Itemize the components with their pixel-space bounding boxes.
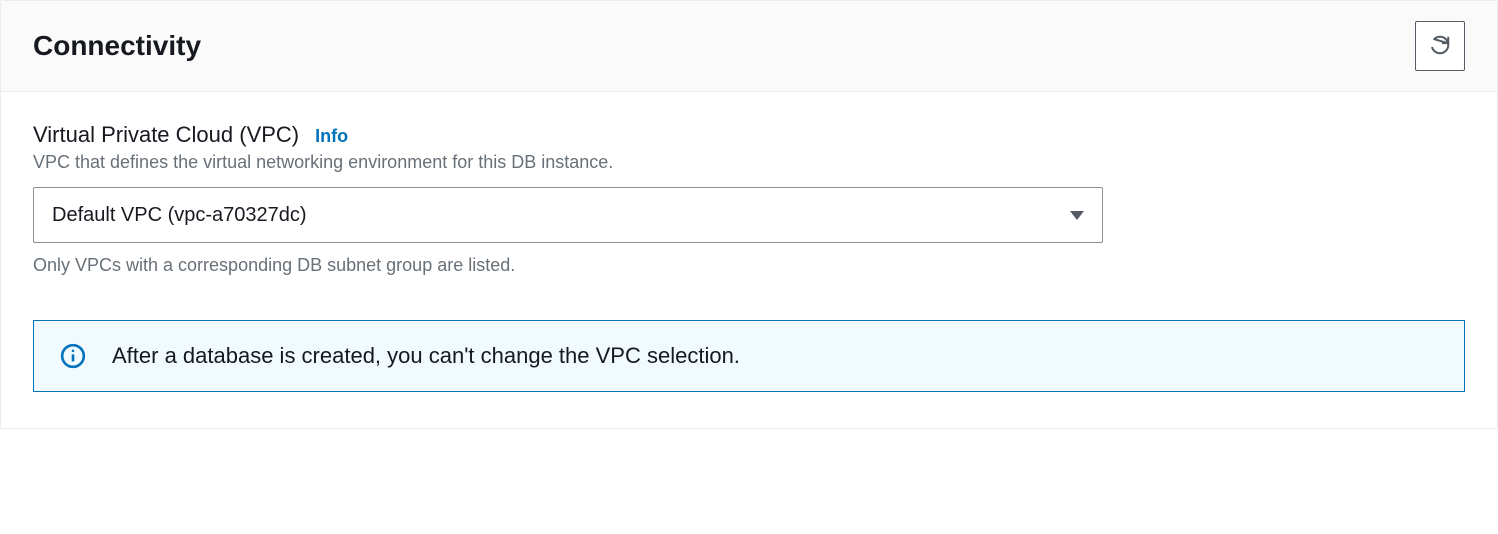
vpc-info-link[interactable]: Info <box>315 126 348 147</box>
panel-title: Connectivity <box>33 30 201 62</box>
vpc-field-label: Virtual Private Cloud (VPC) <box>33 122 299 148</box>
vpc-info-alert: After a database is created, you can't c… <box>33 320 1465 392</box>
vpc-select[interactable]: Default VPC (vpc-a70327dc) <box>33 187 1103 243</box>
refresh-icon <box>1429 34 1451 59</box>
vpc-label-row: Virtual Private Cloud (VPC) Info <box>33 122 1465 148</box>
info-icon <box>60 343 86 369</box>
vpc-field-description: VPC that defines the virtual networking … <box>33 152 1465 173</box>
panel-content: Virtual Private Cloud (VPC) Info VPC tha… <box>1 92 1497 428</box>
vpc-select-wrap: Default VPC (vpc-a70327dc) <box>33 187 1103 243</box>
refresh-button[interactable] <box>1415 21 1465 71</box>
alert-message: After a database is created, you can't c… <box>112 343 740 369</box>
vpc-select-value: Default VPC (vpc-a70327dc) <box>52 204 307 227</box>
vpc-field-hint: Only VPCs with a corresponding DB subnet… <box>33 255 1465 276</box>
panel-header: Connectivity <box>1 1 1497 92</box>
connectivity-panel: Connectivity Virtual Private Cloud (VPC)… <box>0 0 1498 429</box>
